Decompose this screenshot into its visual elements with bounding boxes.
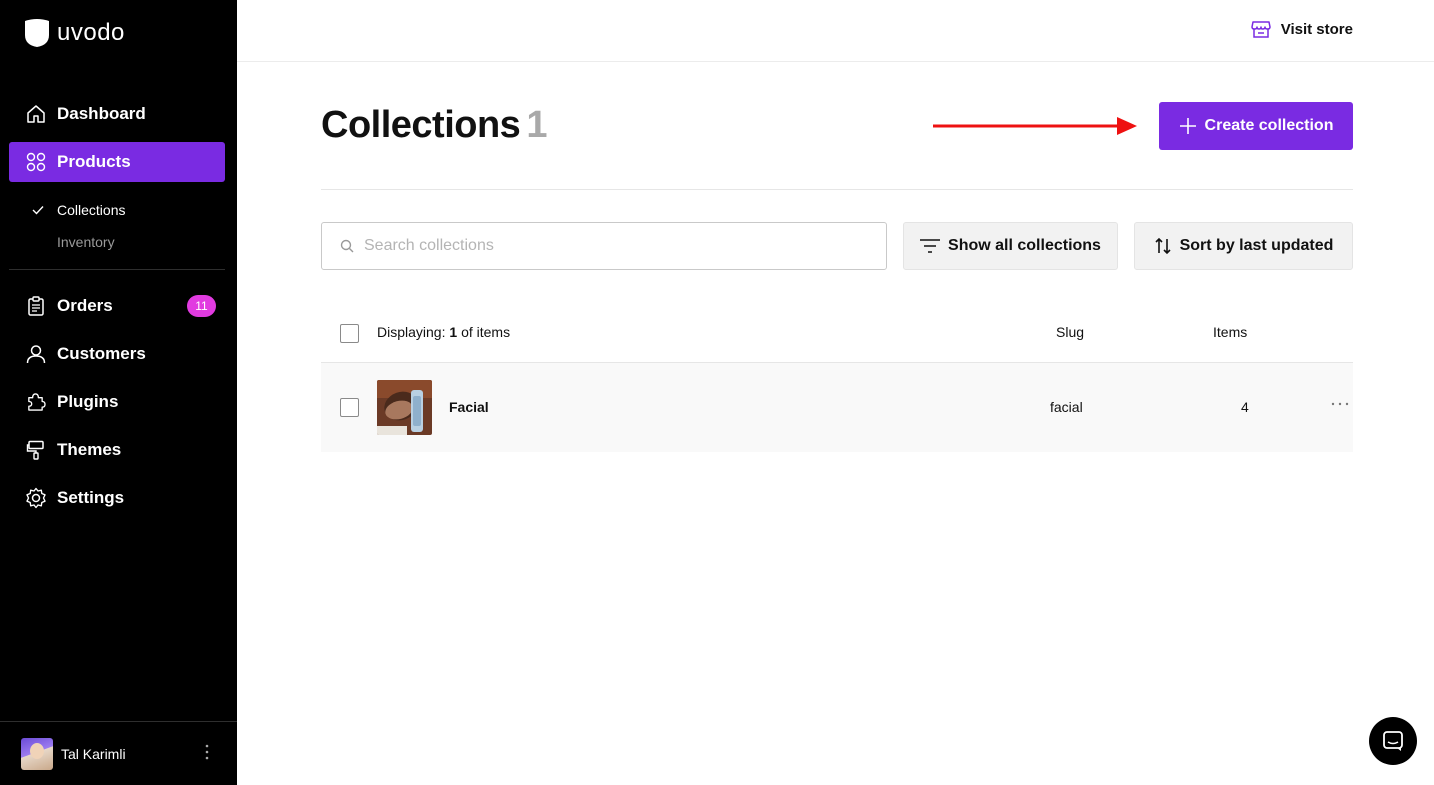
page-title-text: Collections (321, 104, 521, 146)
create-collection-label: Create collection (1204, 117, 1334, 134)
displaying-count: Displaying: 1 of items (377, 324, 510, 340)
sidebar-item-settings[interactable]: Settings (9, 478, 225, 518)
user-name: Tal Karimli (61, 745, 126, 762)
search-input[interactable] (364, 237, 864, 255)
home-icon (25, 103, 47, 125)
visit-store-link[interactable]: Visit store (1250, 19, 1353, 39)
user-menu-icon[interactable] (205, 744, 209, 760)
user-account[interactable]: Tal Karimli (0, 721, 237, 785)
sidebar-item-themes[interactable]: Themes (9, 430, 225, 470)
filter-label: Show all collections (948, 237, 1101, 254)
visit-store-label: Visit store (1280, 20, 1353, 38)
collection-items-count: 4 (1241, 399, 1249, 415)
gear-icon (25, 487, 47, 509)
collection-count: 1 (526, 104, 547, 146)
displaying-suffix: of items (461, 324, 511, 340)
sidebar-divider (9, 269, 225, 270)
collection-name[interactable]: Facial (449, 399, 489, 415)
puzzle-icon (25, 391, 47, 413)
header-divider (321, 189, 1353, 190)
collection-thumbnail (377, 380, 432, 435)
row-checkbox[interactable] (340, 398, 359, 417)
chat-launcher-button[interactable] (1369, 717, 1417, 765)
table-row[interactable]: Facial facial 4 (321, 363, 1353, 452)
sidebar-item-label: Themes (57, 440, 122, 459)
collection-slug: facial (1050, 399, 1083, 415)
logo[interactable]: uvodo (25, 18, 125, 48)
sidebar-item-label: Settings (57, 488, 125, 507)
sidebar-item-label: Customers (57, 344, 146, 363)
displaying-number: 1 (449, 324, 458, 340)
displaying-prefix: Displaying: (377, 324, 446, 340)
avatar (21, 737, 53, 770)
sidebar-item-label: Orders (57, 296, 113, 315)
clipboard-icon (25, 295, 47, 317)
search-icon (340, 239, 354, 253)
shield-logo-icon (25, 19, 49, 47)
sort-arrows-icon (1155, 237, 1171, 255)
column-header-items[interactable]: Items (1213, 324, 1247, 340)
sidebar-item-products[interactable]: Products (9, 142, 225, 182)
sidebar-item-orders[interactable]: Orders 11 (9, 286, 225, 326)
chat-icon (1383, 731, 1403, 751)
create-collection-button[interactable]: Create collection (1159, 102, 1353, 150)
grid-icon (25, 151, 47, 173)
paint-roller-icon (25, 439, 47, 461)
select-all-checkbox[interactable] (340, 324, 359, 343)
sidebar-subitem-inventory[interactable]: Inventory (57, 234, 115, 250)
checkmark-icon (32, 206, 44, 215)
sidebar-item-customers[interactable]: Customers (9, 334, 225, 374)
sidebar-subitem-collections[interactable]: Collections (57, 202, 125, 218)
store-icon (1250, 21, 1271, 38)
show-all-collections-button[interactable]: Show all collections (903, 222, 1118, 270)
sidebar-item-dashboard[interactable]: Dashboard (9, 94, 225, 134)
brand-name: uvodo (57, 19, 125, 46)
column-header-slug[interactable]: Slug (1056, 324, 1084, 340)
sidebar-item-label: Dashboard (57, 104, 146, 123)
sort-label: Sort by last updated (1179, 237, 1334, 254)
sidebar-item-plugins[interactable]: Plugins (9, 382, 225, 422)
page-title: Collections 1 (321, 104, 547, 147)
plus-icon (1179, 118, 1196, 134)
search-box (321, 222, 887, 270)
sidebar-item-label: Products (57, 152, 131, 171)
top-bar: Visit store (237, 0, 1434, 62)
more-actions-icon[interactable] (1331, 393, 1349, 411)
sidebar-item-label: Plugins (57, 392, 119, 411)
orders-count-badge: 11 (187, 295, 216, 317)
user-icon (25, 343, 47, 365)
filter-icon (920, 239, 941, 253)
sidebar: uvodo Dashboard Products Collections Inv… (0, 0, 237, 785)
sort-button[interactable]: Sort by last updated (1134, 222, 1353, 270)
table-header: Displaying: 1 of items Slug Items (321, 302, 1353, 363)
annotation-arrow-icon (933, 117, 1137, 135)
